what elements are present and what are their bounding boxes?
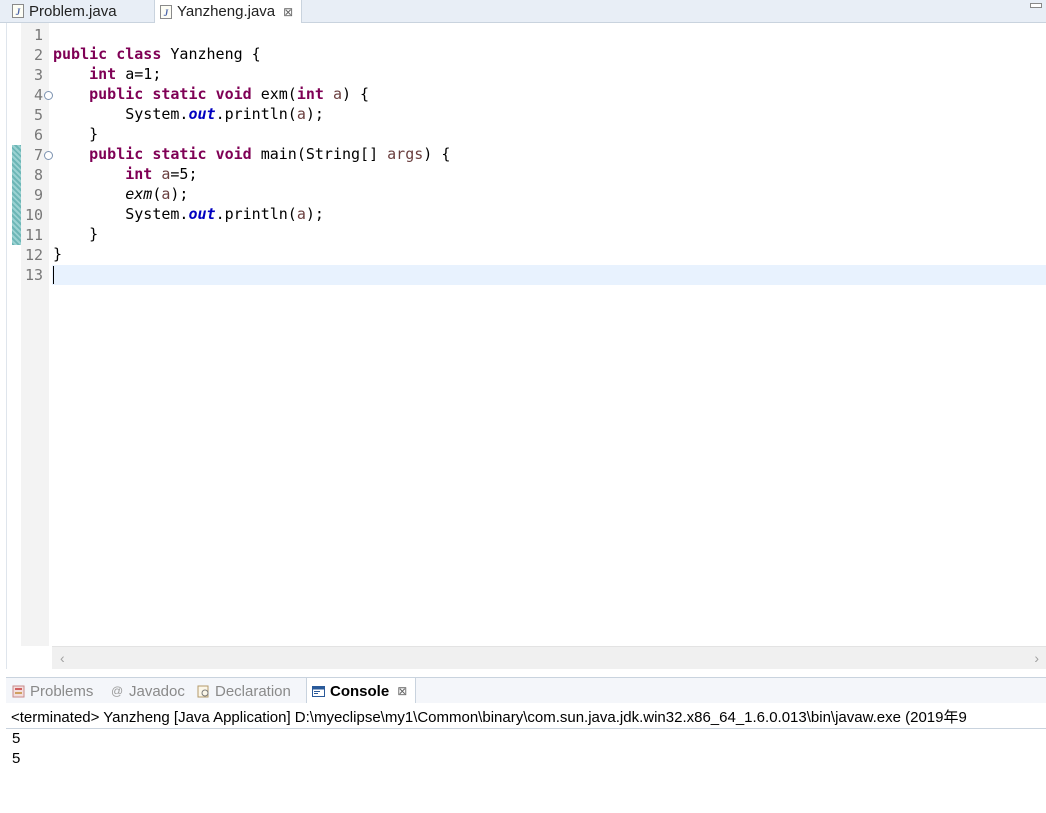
code-line: int a=1; xyxy=(89,65,162,83)
line-number: 7 xyxy=(33,146,43,164)
editor-tab-bar: J Problem.java J Yanzheng.java ⊠ xyxy=(0,0,1046,23)
line-number: 6 xyxy=(33,126,43,144)
tab-console[interactable]: Console ⊠ xyxy=(306,678,417,704)
fold-collapse-icon[interactable] xyxy=(44,151,53,160)
code-line: } xyxy=(53,125,99,143)
current-line-highlight xyxy=(52,265,1046,285)
code-line: int a=5; xyxy=(125,165,198,183)
at-icon: @ xyxy=(111,683,124,698)
panel-tab-bar: Problems @ Javadoc Declaration Console ⊠ xyxy=(6,677,1046,704)
problems-icon xyxy=(12,685,25,697)
code-line: } xyxy=(53,245,63,263)
java-file-icon: J xyxy=(160,4,172,19)
console-process-label: <terminated> Yanzheng [Java Application]… xyxy=(11,709,967,726)
console-output-line: 5 xyxy=(12,750,21,767)
fold-collapse-icon[interactable] xyxy=(44,91,53,100)
code-line: System.out.println(a); xyxy=(53,105,324,123)
scroll-right-icon[interactable]: › xyxy=(1034,650,1039,666)
line-number: 2 xyxy=(33,46,43,64)
line-number: 8 xyxy=(33,166,43,184)
line-number: 5 xyxy=(33,106,43,124)
tab-label: Console xyxy=(330,682,390,700)
console-output-line: 5 xyxy=(12,730,21,747)
scroll-left-icon[interactable]: ‹ xyxy=(60,650,65,666)
line-number: 13 xyxy=(24,266,43,284)
code-line: public class Yanzheng { xyxy=(53,45,261,63)
console-view[interactable]: <terminated> Yanzheng [Java Application]… xyxy=(6,703,1046,813)
tab-declaration[interactable]: Declaration xyxy=(197,678,291,704)
tab-problems[interactable]: Problems xyxy=(12,678,93,704)
horizontal-scrollbar[interactable]: ‹ › xyxy=(52,646,1046,669)
line-number: 12 xyxy=(24,246,43,264)
tab-label: Javadoc xyxy=(129,682,185,700)
divider xyxy=(6,728,1046,729)
code-line: public static void main(String[] args) { xyxy=(89,145,451,163)
line-number: 4 xyxy=(33,86,43,104)
text-caret xyxy=(53,266,54,284)
line-number: 11 xyxy=(24,226,43,244)
tab-javadoc[interactable]: @ Javadoc xyxy=(111,678,185,704)
code-editor[interactable]: 1 2 3 4 5 6 7 8 9 10 11 12 13 public cla… xyxy=(6,23,1046,669)
line-number: 3 xyxy=(33,66,43,84)
line-number: 10 xyxy=(24,206,43,224)
tab-yanzheng-java[interactable]: J Yanzheng.java ⊠ xyxy=(154,0,303,23)
console-icon xyxy=(312,685,325,697)
java-file-icon: J xyxy=(12,4,24,18)
declaration-icon xyxy=(197,685,209,697)
tab-label: Problems xyxy=(30,682,94,700)
code-line: public static void exm(int a) { xyxy=(89,85,370,103)
line-number: 9 xyxy=(33,186,43,204)
minimize-icon[interactable] xyxy=(1030,3,1042,8)
code-line: exm(a); xyxy=(125,185,189,203)
code-line: } xyxy=(53,225,99,243)
tab-label: Problem.java xyxy=(29,2,117,20)
close-icon[interactable]: ⊠ xyxy=(283,5,293,19)
tab-problem-java[interactable]: J Problem.java xyxy=(12,0,117,22)
tab-label: Declaration xyxy=(215,682,291,700)
code-line: System.out.println(a); xyxy=(53,205,324,223)
change-ruler xyxy=(7,23,21,646)
line-number: 1 xyxy=(33,26,43,44)
close-icon[interactable]: ⊠ xyxy=(397,684,407,698)
change-marker xyxy=(12,145,21,245)
tab-label: Yanzheng.java xyxy=(177,3,276,20)
